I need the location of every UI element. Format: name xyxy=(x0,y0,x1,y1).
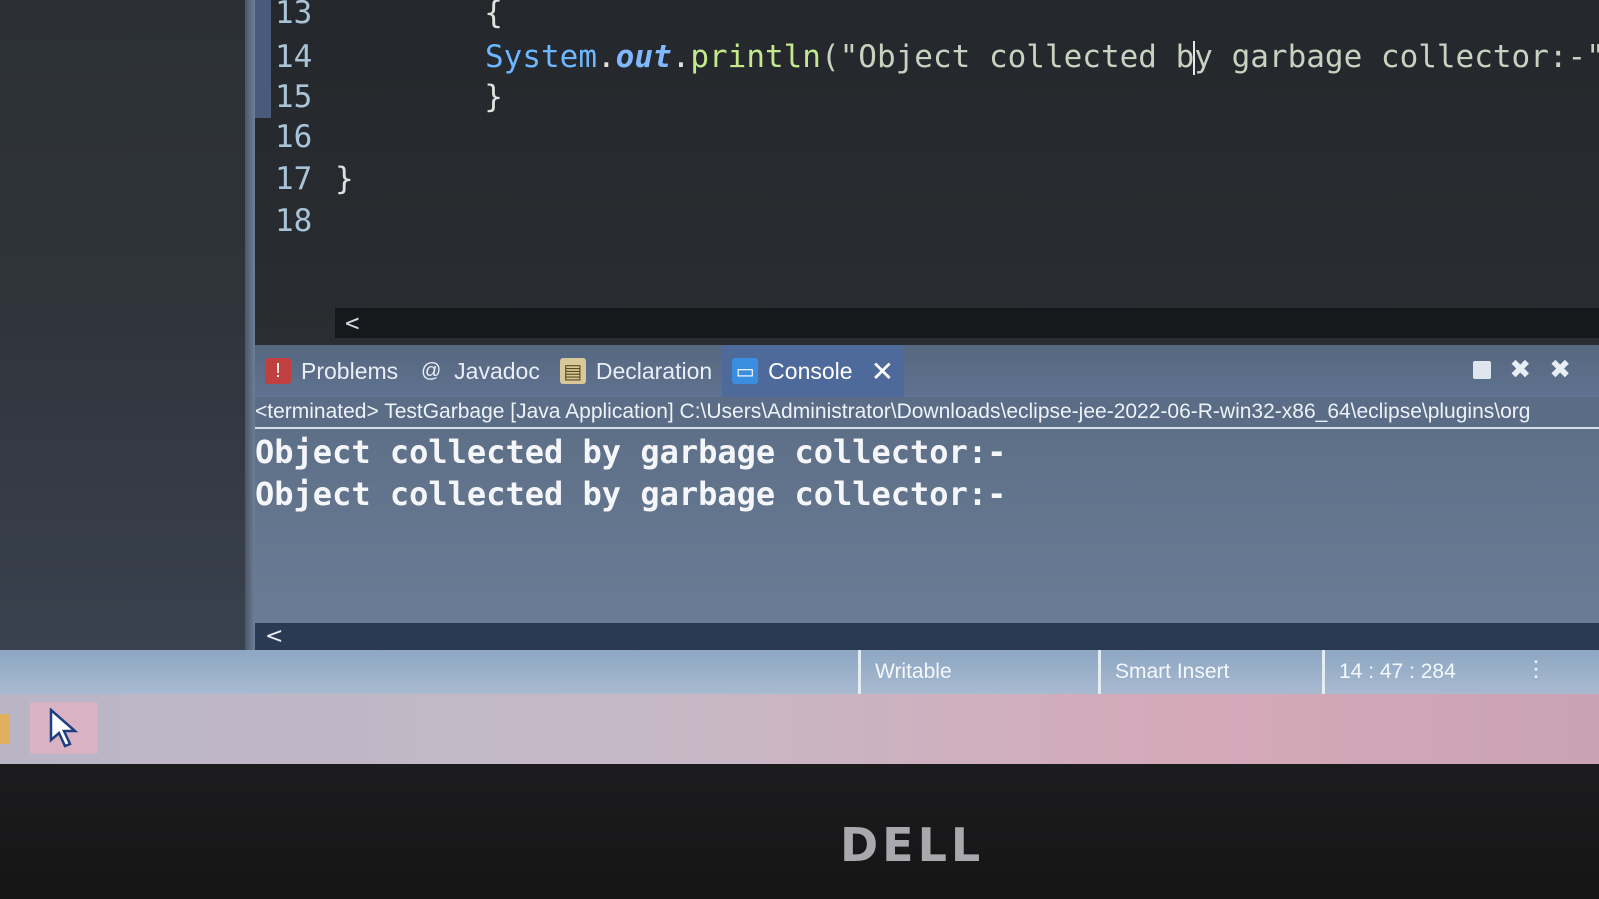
code-line[interactable]: 13 { xyxy=(275,0,503,34)
tab-console[interactable]: ▭ Console ✕ xyxy=(722,345,905,397)
line-text: } xyxy=(335,79,503,115)
scroll-left-icon[interactable]: < xyxy=(345,309,359,337)
launch-info: <terminated> TestGarbage [Java Applicati… xyxy=(255,397,1599,429)
remove-all-terminated-icon[interactable]: ✖ xyxy=(1549,355,1571,385)
taskbar xyxy=(0,694,1599,764)
brand-logo: DELL xyxy=(840,818,985,872)
more-options-icon[interactable]: ⋮ xyxy=(1525,656,1547,682)
tab-declaration[interactable]: ▤ Declaration xyxy=(550,345,722,397)
bottom-panel: ! Problems @ Javadoc ▤ Declaration ▭ Con… xyxy=(255,345,1599,651)
line-number: 17 xyxy=(275,161,313,197)
line-number: 15 xyxy=(275,79,313,115)
terminate-icon[interactable] xyxy=(1473,361,1492,379)
line-text: System.out.println("Object collected by … xyxy=(335,39,1599,76)
scroll-left-icon[interactable]: < xyxy=(265,624,283,649)
pointer-icon xyxy=(49,708,79,748)
tab-label: Declaration xyxy=(595,357,713,384)
string-token-before-caret: ("Object collected b xyxy=(820,38,1195,75)
code-editor[interactable]: 13 { 14 System.out.println("Object colle… xyxy=(255,0,1599,345)
string-token-after-caret: y garbage collector:-") xyxy=(1194,38,1599,75)
console-output[interactable]: Object collected by garbage collector:- … xyxy=(255,431,1599,631)
editor-horizontal-scrollbar[interactable]: < xyxy=(335,308,1599,338)
type-token: System xyxy=(485,38,597,75)
field-token: out xyxy=(615,38,672,75)
cursor-position-status[interactable]: 14 : 47 : 284 xyxy=(1322,650,1456,694)
method-token: println xyxy=(690,38,821,75)
code-line[interactable]: 18 xyxy=(275,200,335,242)
tab-javadoc[interactable]: @ Javadoc xyxy=(408,345,550,397)
insert-mode-status[interactable]: Smart Insert xyxy=(1098,650,1229,694)
close-tab-icon[interactable]: ✕ xyxy=(871,355,894,388)
line-number: 14 xyxy=(275,39,313,75)
change-indicator xyxy=(255,0,271,118)
code-line[interactable]: 15 } xyxy=(275,76,503,118)
console-output-line: Object collected by garbage collector:- xyxy=(255,433,1007,471)
code-line[interactable]: 17 } xyxy=(275,158,354,200)
tab-label: Console xyxy=(768,357,853,384)
eclipse-taskbar-icon[interactable] xyxy=(30,702,98,754)
console-output-line: Object collected by garbage collector:- xyxy=(255,475,1007,513)
code-line[interactable]: 16 xyxy=(275,116,335,158)
problems-icon: ! xyxy=(265,358,291,384)
line-number: 16 xyxy=(275,119,313,155)
pane-divider[interactable] xyxy=(245,0,255,665)
remove-launch-icon[interactable]: ✖ xyxy=(1509,355,1531,385)
at-icon: @ xyxy=(421,359,442,382)
line-number: 13 xyxy=(275,0,313,31)
tab-problems[interactable]: ! Problems xyxy=(255,345,408,397)
monitor-bezel: DELL xyxy=(0,764,1599,899)
console-toolbar: ✖ ✖ xyxy=(1473,355,1571,385)
code-line[interactable]: 14 System.out.println("Object collected … xyxy=(275,36,1599,78)
declaration-icon: ▤ xyxy=(559,358,586,384)
console-icon: ▭ xyxy=(732,358,759,384)
line-number: 18 xyxy=(275,203,313,239)
line-text: { xyxy=(335,0,503,31)
line-text: } xyxy=(335,161,354,197)
tab-label: Javadoc xyxy=(454,357,540,384)
panel-tab-bar: ! Problems @ Javadoc ▤ Declaration ▭ Con… xyxy=(255,345,1599,397)
package-explorer-pane xyxy=(0,0,245,665)
status-bar: Writable Smart Insert 14 : 47 : 284 ⋮ xyxy=(0,650,1599,694)
tab-label: Problems xyxy=(301,357,399,384)
folder-icon[interactable] xyxy=(0,714,10,744)
console-horizontal-scrollbar[interactable]: < xyxy=(255,623,1599,651)
writable-status: Writable xyxy=(858,650,952,694)
